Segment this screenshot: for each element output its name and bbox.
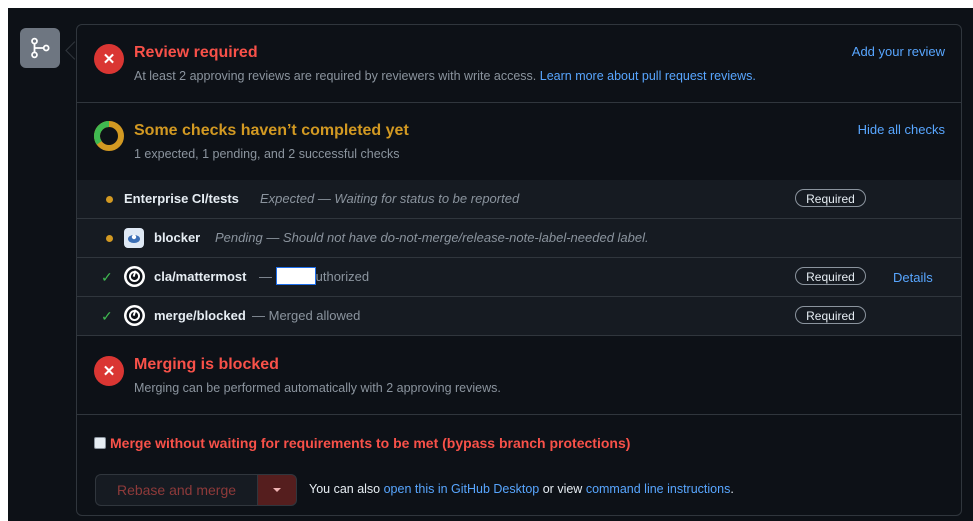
checks-title: Some checks haven’t completed yet [134, 122, 409, 139]
add-review-link[interactable]: Add your review [852, 44, 945, 59]
check-row-merge-blocked: ✓ merge/blocked — Merged allowed Require… [77, 297, 961, 336]
learn-more-link[interactable]: Learn more about pull request reviews. [540, 69, 756, 83]
checks-summary: 1 expected, 1 pending, and 2 successful … [134, 147, 400, 161]
check-status: — Merged allowed [252, 308, 361, 323]
check-row-cla-mattermost: ✓ cla/mattermost — uthorized Required De… [77, 258, 961, 297]
review-title: Review required [134, 44, 258, 61]
bypass-checkbox[interactable] [94, 437, 106, 449]
merge-box-frame: ✕ Review required At least 2 approving r… [8, 8, 973, 521]
check-name: Enterprise CI/tests [124, 191, 239, 206]
checks-progress-icon [94, 121, 124, 151]
check-name: merge/blocked [154, 308, 246, 323]
caret-down-icon [273, 488, 281, 492]
error-x-icon: ✕ [94, 44, 124, 74]
merge-panel: ✕ Review required At least 2 approving r… [76, 24, 962, 516]
required-badge: Required [795, 306, 866, 324]
bypass-row: Merge without waiting for requirements t… [94, 435, 630, 451]
check-row-blocker: blocker Pending — Should not have do-not… [77, 219, 961, 258]
bypass-label[interactable]: Merge without waiting for requirements t… [110, 435, 630, 451]
check-status: Pending — Should not have do-not-merge/r… [215, 230, 649, 245]
review-message-line: At least 2 approving reviews are require… [134, 69, 756, 83]
pending-dot-icon [106, 235, 113, 242]
git-branch-icon-tile [20, 28, 60, 68]
check-name: cla/mattermost [154, 269, 247, 284]
review-section: ✕ Review required At least 2 approving r… [77, 25, 961, 103]
merge-button-group: Rebase and merge [95, 474, 297, 506]
check-row-enterprise-ci: Enterprise CI/tests Expected — Waiting f… [77, 180, 961, 219]
merge-blocked-message: Merging can be performed automatically w… [134, 381, 501, 395]
check-status: Expected — Waiting for status to be repo… [260, 191, 520, 206]
rebase-merge-button[interactable]: Rebase and merge [95, 474, 257, 506]
check-mark-icon: ✓ [101, 308, 113, 324]
blocker-app-icon [124, 228, 144, 248]
error-x-icon: ✕ [94, 356, 124, 386]
checks-section: Some checks haven’t completed yet 1 expe… [77, 102, 961, 181]
merge-blocked-title: Merging is blocked [134, 356, 279, 373]
merge-blocked-section: ✕ Merging is blocked Merging can be perf… [77, 336, 961, 415]
required-badge: Required [795, 267, 866, 285]
required-badge: Required [795, 189, 866, 207]
redacted-block [275, 267, 316, 286]
hide-all-checks-link[interactable]: Hide all checks [858, 122, 945, 137]
pending-dot-icon [106, 196, 113, 203]
github-desktop-link[interactable]: open this in GitHub Desktop [384, 482, 540, 496]
git-branch-icon [31, 37, 50, 59]
check-status: — uthorized [259, 267, 370, 286]
mattermost-app-icon [124, 266, 145, 287]
command-line-link[interactable]: command line instructions [586, 482, 731, 496]
mattermost-app-icon [124, 305, 145, 326]
review-message: At least 2 approving reviews are require… [134, 69, 537, 83]
merge-method-dropdown[interactable] [257, 474, 297, 506]
merge-alternatives: You can also open this in GitHub Desktop… [309, 482, 734, 496]
details-link[interactable]: Details [893, 270, 933, 285]
check-mark-icon: ✓ [101, 269, 113, 285]
check-name: blocker [154, 230, 201, 245]
